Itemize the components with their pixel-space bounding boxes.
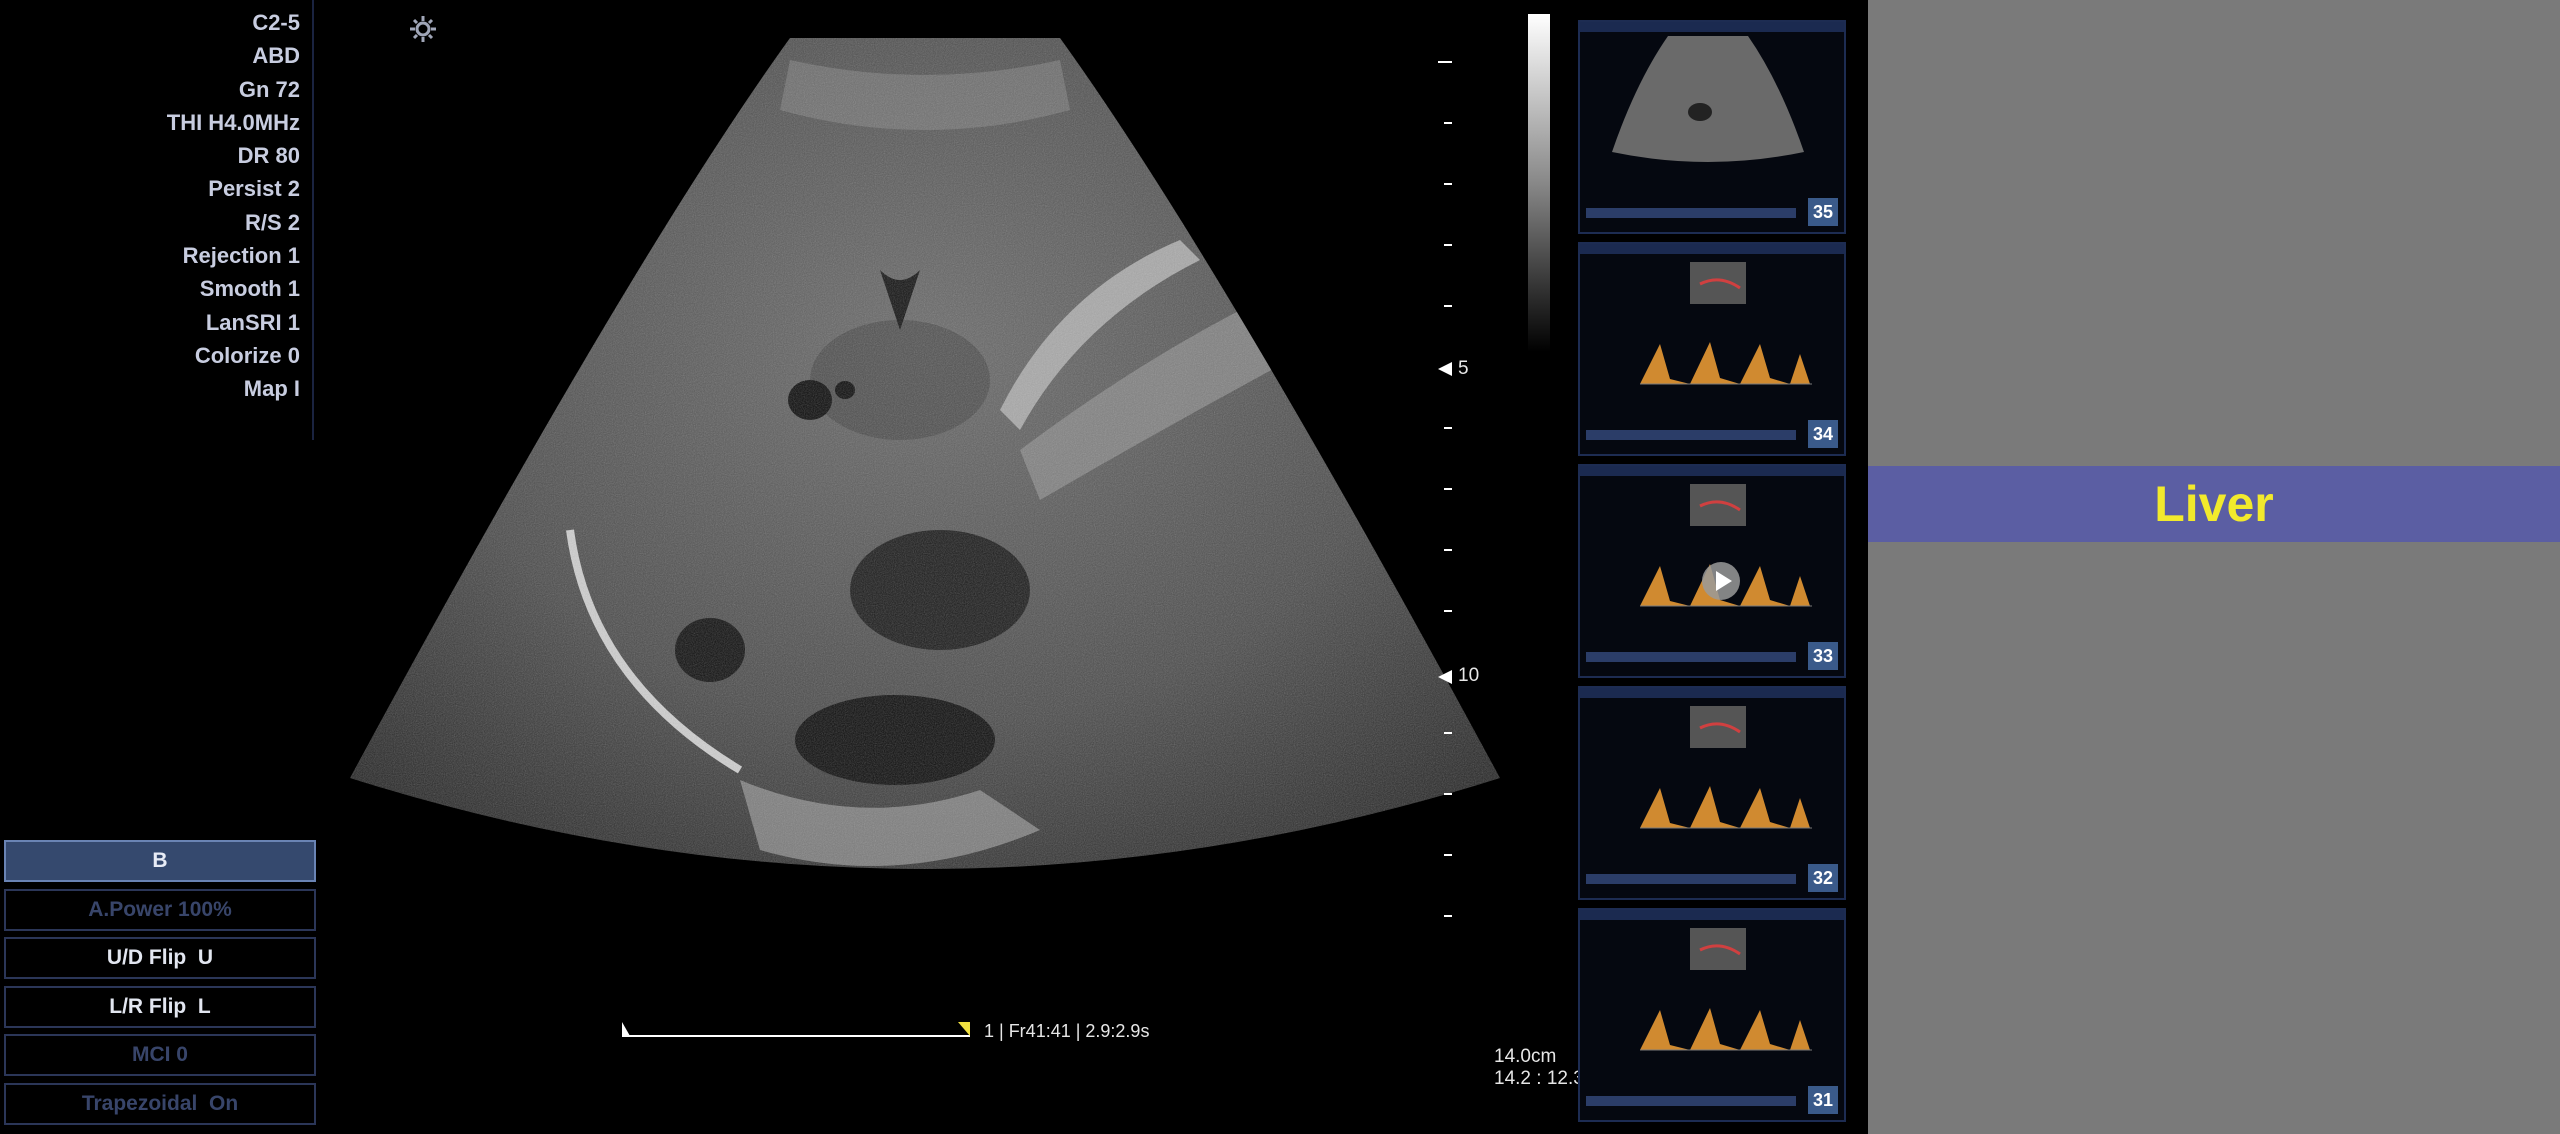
depth-marker-10: 10 [1458,665,1480,686]
thumbnail-number: 34 [1808,420,1838,448]
param-item: ABD [252,43,300,69]
mode-menu: B A.Power 100% U/D Flip U L/R Flip L MCI 0 Tr… [4,840,316,1131]
depth-readout: 14.0cm 14.2 : 12.3 [1494,1046,1584,1090]
menu-button-apower[interactable]: A.Power 100% [4,888,316,931]
thumbnail[interactable]: 35 [1578,20,1846,234]
param-item: C2-5 [252,10,300,35]
thumbnail-preview [1580,688,1844,884]
menu-button-trapezoidal[interactable]: Trapezoidal On [4,1082,316,1125]
menu-button-ud[interactable]: U/D Flip U [4,937,316,979]
thumbnail-preview [1580,22,1844,218]
param-item: DR 80 [237,143,300,169]
param-item: THI H4.0MHz [166,109,300,135]
thumbnail[interactable]: 31 [1578,908,1846,1122]
thumbnail-preview [1580,244,1844,440]
organ-banner: Liver [1868,466,2560,542]
menu-button-b[interactable]: B [4,840,316,882]
depth-marker-5: 5 [1458,358,1469,379]
grayscale-bar [1528,14,1550,352]
parameter-list: C2-5 ABD Gn 72 THI H4.0MHz DR 80 Persist 2 R/S… [0,6,300,406]
depth-scale [1438,61,1452,917]
ultrasound-image[interactable] [340,30,1510,930]
thumbnail[interactable]: 34 [1578,242,1846,456]
param-item: R/S 2 [244,209,300,235]
thumbnail-preview [1580,910,1844,1106]
play-icon[interactable] [1700,560,1742,602]
thumbnail-number: 32 [1808,864,1838,892]
param-item: Rejection 1 [182,243,300,269]
cine-scrollbar[interactable] [620,1016,980,1040]
menu-button-lr[interactable]: L/R Flip L [4,985,316,1028]
thumbnail[interactable]: 32 [1578,686,1846,900]
thumbnail-number: 33 [1808,642,1838,670]
cine-info: 1 | Fr41:41 | 2.9:2.9s [984,1021,1150,1041]
organ-label: Liver [2154,476,2274,532]
menu-button-mci[interactable]: MCI 0 [4,1034,316,1076]
param-item: Persist 2 [208,176,300,202]
thumbnail-number: 31 [1808,1086,1838,1114]
param-item: Smooth 1 [199,276,300,302]
thumbnail-number: 35 [1808,198,1838,226]
param-item: Colorize 0 [194,342,300,368]
depth-ratio: 14.2 : 12.3 [1494,1068,1584,1089]
param-item: Gn 72 [238,76,300,102]
cine-handle [958,1022,970,1036]
side-panel [1868,0,2560,1134]
depth-value: 14.0cm [1494,1046,1557,1067]
param-item: Map I [243,376,300,402]
panel-divider [312,0,314,440]
ultrasound-screen: C2-5 ABD Gn 72 THI H4.0MHz DR 80 Persist 2 R/S… [0,0,1868,1134]
param-item: LanSRI 1 [205,309,300,335]
